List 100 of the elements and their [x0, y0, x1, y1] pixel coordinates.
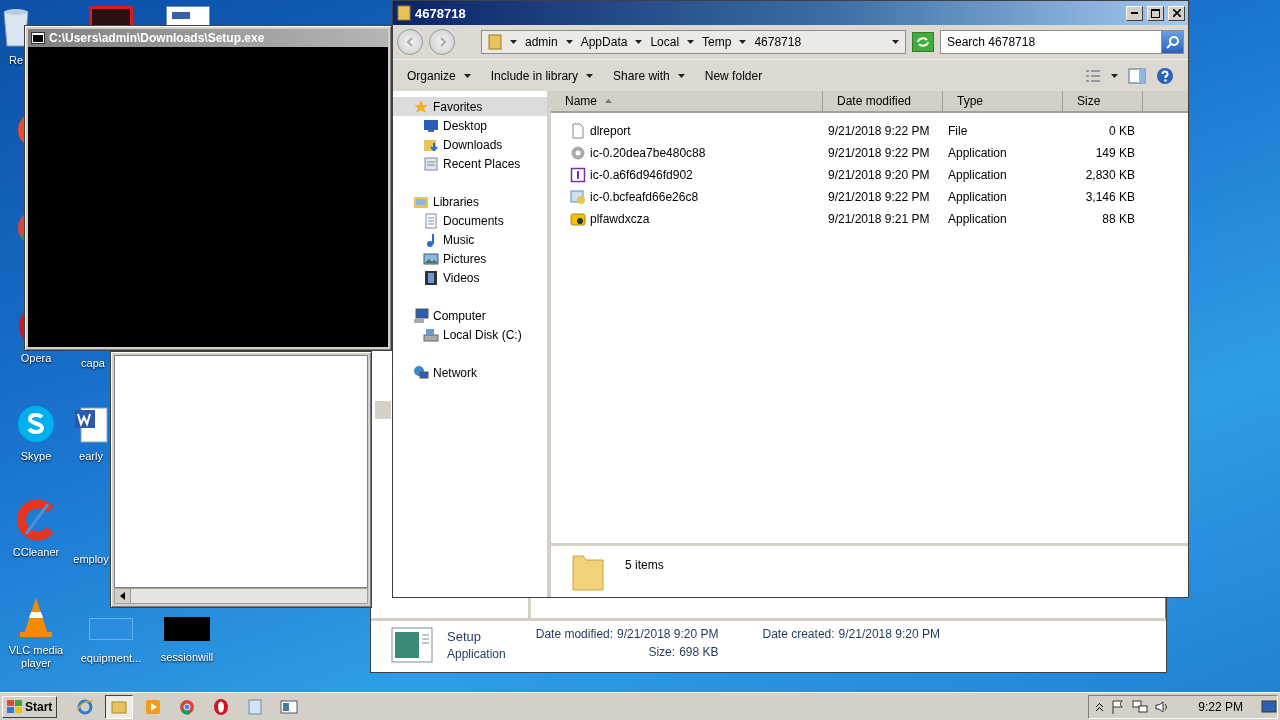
monitor-icon	[423, 117, 439, 134]
caret-icon	[677, 73, 685, 78]
item-count: 5 items	[625, 558, 664, 572]
file-name[interactable]: plfawdxcza	[590, 212, 650, 226]
caret-icon	[463, 73, 471, 78]
type-cell-text: File	[947, 124, 969, 138]
file-name[interactable]: ic-0.20dea7be480c88	[590, 146, 706, 160]
type-cell-text: Application	[947, 212, 1008, 226]
desktop-icon-label[interactable]: Skype	[20, 450, 52, 463]
detail-value: 9/21/2018 9:20 PM	[617, 627, 719, 643]
horizontal-scrollbar[interactable]	[114, 588, 368, 604]
size-cell-text: 2,830 KB	[1084, 168, 1136, 182]
toolbar-button[interactable]: Include in library	[490, 66, 594, 85]
file-name[interactable]: dlreport	[590, 124, 631, 138]
nav-item[interactable]: Libraries	[393, 192, 547, 211]
opera-icon	[212, 697, 231, 716]
clock[interactable]: 9:22 PM	[1198, 699, 1243, 714]
nav-item[interactable]: Network	[393, 363, 547, 382]
application-window-icon	[391, 627, 433, 663]
type-cell-text: Application	[947, 168, 1008, 182]
column-header[interactable]: Size	[1063, 91, 1143, 111]
nav-item[interactable]: Recent Places	[393, 154, 547, 173]
size-cell-text: 3,146 KB	[1084, 190, 1136, 204]
notepad-icon	[246, 697, 265, 716]
size-cell-text: 149 KB	[1094, 146, 1136, 160]
nav-item[interactable]: Favorites	[393, 97, 547, 116]
column-header[interactable]: Type	[943, 91, 1063, 111]
nav-item[interactable]: Local Disk (C:)	[393, 325, 547, 344]
nav-item[interactable]: Computer	[393, 306, 547, 325]
file-type: Application	[447, 647, 506, 661]
breadcrumb-item[interactable]: 4678718	[754, 35, 802, 49]
show-desktop-icon[interactable]	[1261, 698, 1277, 715]
minimize-button[interactable]	[1126, 5, 1143, 21]
folder-icon	[488, 34, 502, 50]
network-icon[interactable]	[1132, 698, 1149, 715]
caret-icon	[510, 40, 517, 44]
window-title: C:\Users\admin\Downloads\Setup.exe	[49, 31, 265, 45]
refresh-button[interactable]	[912, 32, 934, 52]
search-button[interactable]	[1162, 30, 1184, 54]
breadcrumb-item[interactable]: AppData	[580, 35, 643, 49]
breadcrumb-item[interactable]: admin	[525, 35, 573, 49]
file-name[interactable]: ic-0.bcfeafd66e26c8	[590, 190, 699, 204]
document-icon	[166, 6, 210, 25]
date-cell-text: 9/21/2018 9:22 PM	[827, 124, 931, 138]
caret-icon	[892, 40, 899, 44]
desktop-icon-label[interactable]: employ	[73, 553, 109, 566]
desktop-icon-label[interactable]: CCleaner	[12, 546, 60, 559]
maximize-button[interactable]	[1147, 5, 1164, 21]
type-cell-text: Application	[947, 190, 1008, 204]
search-field[interactable]: Search 4678718	[940, 30, 1162, 54]
detail-value: 698 KB	[679, 645, 719, 661]
nav-item[interactable]: Desktop	[393, 116, 547, 135]
help-button[interactable]	[1156, 66, 1174, 85]
size-cell-text: 88 KB	[1101, 212, 1136, 226]
app-icon	[570, 211, 586, 227]
window-icon	[280, 697, 299, 716]
close-icon	[1172, 9, 1181, 17]
desktop-icon-label[interactable]: Re	[8, 54, 24, 67]
start-button[interactable]: Start	[2, 695, 58, 718]
file-name[interactable]: ic-0.a6f6d946fd902	[590, 168, 693, 182]
view-menu-button[interactable]	[1111, 73, 1118, 78]
file-icon	[570, 123, 586, 139]
nav-item[interactable]: Music	[393, 230, 547, 249]
network-icon	[413, 364, 429, 381]
caret-icon	[565, 40, 573, 44]
nav-item[interactable]: Documents	[393, 211, 547, 230]
date-cell-text: 9/21/2018 9:22 PM	[827, 190, 931, 204]
toolbar-button[interactable]: Share with	[613, 66, 685, 85]
left-arrow-icon	[120, 592, 125, 600]
address-bar[interactable]: admin AppData Local Temp 4678718	[481, 30, 906, 54]
breadcrumb-item[interactable]: Temp	[702, 35, 747, 49]
scrollbar-thumb[interactable]	[375, 401, 391, 419]
desktop-icon-label[interactable]: early	[79, 450, 103, 463]
chrome-icon	[178, 697, 197, 716]
nav-item[interactable]: Pictures	[393, 249, 547, 268]
taskbar-button[interactable]	[105, 694, 134, 719]
desktop-icon-label[interactable]: Opera	[20, 352, 52, 365]
refresh-icon	[916, 36, 930, 48]
chevron-up-icon[interactable]	[1095, 701, 1105, 712]
toolbar-button[interactable]: New folder	[704, 66, 763, 85]
toolbar-button[interactable]: Organize	[407, 66, 471, 85]
nav-item[interactable]: Videos	[393, 268, 547, 287]
nav-item[interactable]: Downloads	[393, 135, 547, 154]
caret-icon	[1111, 73, 1118, 78]
breadcrumb-item[interactable]: Local	[650, 35, 695, 49]
caret-icon	[635, 40, 643, 44]
column-header[interactable]: Date modified	[823, 91, 943, 111]
thumbnail-icon	[164, 617, 210, 641]
disk-drive-icon	[423, 326, 439, 343]
preview-pane-button[interactable]	[1128, 67, 1146, 84]
desktop-icon-label[interactable]: VLC media player	[1, 644, 71, 670]
blank-file-icon	[89, 618, 133, 640]
column-header[interactable]: Name	[551, 91, 823, 111]
close-button[interactable]	[1168, 5, 1185, 21]
detail-label: Size:	[648, 645, 676, 661]
internet-explorer-icon	[76, 697, 95, 716]
desktop-icon-label[interactable]: capa	[81, 357, 105, 370]
application-icon	[570, 167, 586, 183]
detail-label: Date modified:	[535, 627, 614, 643]
date-cell-text: 9/21/2018 9:21 PM	[827, 212, 931, 226]
